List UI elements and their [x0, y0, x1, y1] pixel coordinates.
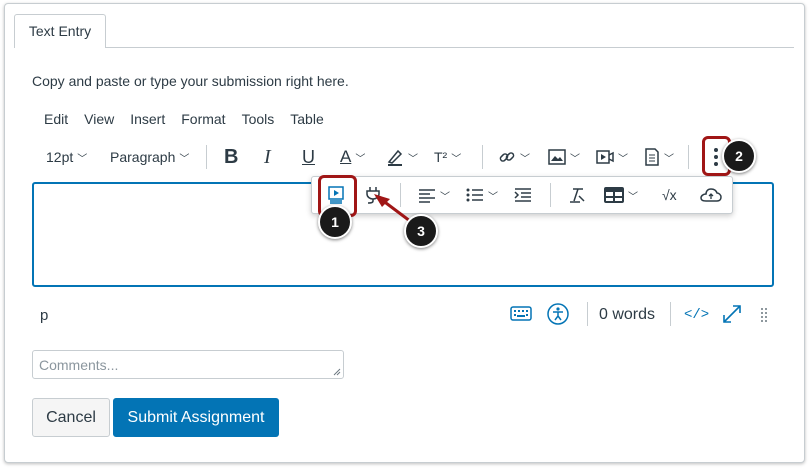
font-size-dropdown[interactable]: 12pt ﹀: [46, 143, 87, 171]
callout-1: 1: [318, 205, 352, 239]
expand-icon: [723, 305, 741, 323]
indent-icon: [514, 188, 531, 202]
chevron-down-icon: ﹀: [355, 153, 366, 165]
instructions-text: Copy and paste or type your submission r…: [32, 73, 349, 89]
fullscreen-button[interactable]: [721, 303, 743, 330]
block-format-value: Paragraph: [110, 149, 176, 165]
comments-textarea[interactable]: Comments...: [32, 350, 344, 379]
chevron-down-icon: ﹀: [570, 153, 580, 165]
superscript-button[interactable]: T² ﹀: [434, 143, 461, 171]
statusbar-divider: [587, 302, 588, 326]
indent-button[interactable]: [514, 181, 532, 209]
math-icon: √x: [662, 187, 677, 203]
resize-handle[interactable]: [760, 307, 768, 328]
align-left-icon: [419, 189, 435, 203]
link-button[interactable]: ﹀: [498, 143, 530, 171]
menu-view[interactable]: View: [84, 111, 114, 127]
menu-insert[interactable]: Insert: [130, 111, 165, 127]
superscript-icon: T²: [434, 149, 448, 165]
image-button[interactable]: ﹀: [548, 143, 580, 171]
clear-formatting-icon: [570, 188, 585, 203]
toolbar-divider: [206, 145, 207, 169]
statusbar-divider: [670, 302, 671, 326]
toolbar-divider: [482, 145, 483, 169]
element-path[interactable]: p: [40, 307, 48, 324]
submit-assignment-button[interactable]: Submit Assignment: [113, 398, 279, 437]
chevron-down-icon: ﹀: [77, 153, 88, 165]
toolbar-divider: [688, 145, 689, 169]
document-icon: [645, 148, 659, 166]
chevron-down-icon: ﹀: [488, 191, 498, 203]
menu-table[interactable]: Table: [290, 111, 323, 127]
menu-edit[interactable]: Edit: [44, 111, 68, 127]
image-icon: [548, 149, 566, 165]
toolbar-divider: [550, 183, 551, 207]
accessibility-checker-button[interactable]: [547, 303, 569, 330]
text-color-button[interactable]: A ﹀: [340, 143, 365, 171]
align-button[interactable]: ﹀: [418, 181, 450, 209]
underline-button[interactable]: U: [302, 143, 315, 171]
menu-format[interactable]: Format: [181, 111, 225, 127]
editor-toolbar: 12pt ﹀ Paragraph ﹀ B I U A ﹀ ﹀ T² ﹀ ﹀ ﹀ …: [36, 143, 796, 171]
editor-statusbar: p 0 words </>: [32, 300, 777, 330]
chevron-down-icon: ﹀: [179, 153, 190, 165]
bold-button[interactable]: B: [224, 143, 238, 171]
italic-button[interactable]: I: [264, 143, 271, 171]
clear-formatting-button[interactable]: [568, 181, 586, 209]
tab-text-entry[interactable]: Text Entry: [14, 14, 106, 48]
chevron-down-icon: ﹀: [628, 191, 638, 203]
chevron-down-icon: ﹀: [440, 191, 450, 203]
table-button[interactable]: ﹀: [604, 181, 638, 209]
chevron-down-icon: ﹀: [664, 153, 674, 165]
cancel-button[interactable]: Cancel: [32, 398, 110, 437]
block-format-dropdown[interactable]: Paragraph ﹀: [110, 143, 189, 171]
accessibility-icon: [547, 303, 569, 325]
comments-placeholder: Comments...: [39, 357, 119, 373]
media-button[interactable]: ﹀: [596, 143, 628, 171]
link-icon: [499, 152, 515, 162]
cloud-icon: [700, 188, 722, 202]
math-equation-button[interactable]: √x: [662, 181, 677, 209]
word-count[interactable]: 0 words: [599, 306, 655, 324]
table-icon: [604, 187, 624, 203]
html-editor-toggle[interactable]: </>: [684, 307, 709, 323]
callout-3: 3: [404, 214, 438, 248]
keyboard-icon: [510, 306, 532, 321]
callout-2: 2: [722, 139, 756, 173]
text-color-icon: A: [340, 147, 352, 166]
editor-menubar: Edit View Insert Format Tools Table: [44, 111, 340, 127]
drag-handle-icon: [761, 308, 767, 322]
menu-tools[interactable]: Tools: [242, 111, 275, 127]
tab-divider: [14, 47, 794, 48]
chevron-down-icon: ﹀: [451, 153, 462, 165]
document-button[interactable]: ﹀: [644, 143, 674, 171]
keyboard-shortcuts-button[interactable]: [510, 304, 532, 327]
textarea-resize-icon[interactable]: [333, 368, 341, 376]
chevron-down-icon: ﹀: [520, 153, 530, 165]
list-button[interactable]: ﹀: [466, 181, 498, 209]
highlight-color-button[interactable]: ﹀: [386, 143, 418, 171]
chevron-down-icon: ﹀: [408, 153, 418, 165]
chevron-down-icon: ﹀: [618, 153, 628, 165]
bulleted-list-icon: [466, 188, 483, 202]
font-size-value: 12pt: [46, 149, 74, 165]
cloud-upload-button[interactable]: [700, 181, 722, 209]
highlighter-icon: [387, 149, 403, 166]
media-icon: [596, 150, 614, 164]
